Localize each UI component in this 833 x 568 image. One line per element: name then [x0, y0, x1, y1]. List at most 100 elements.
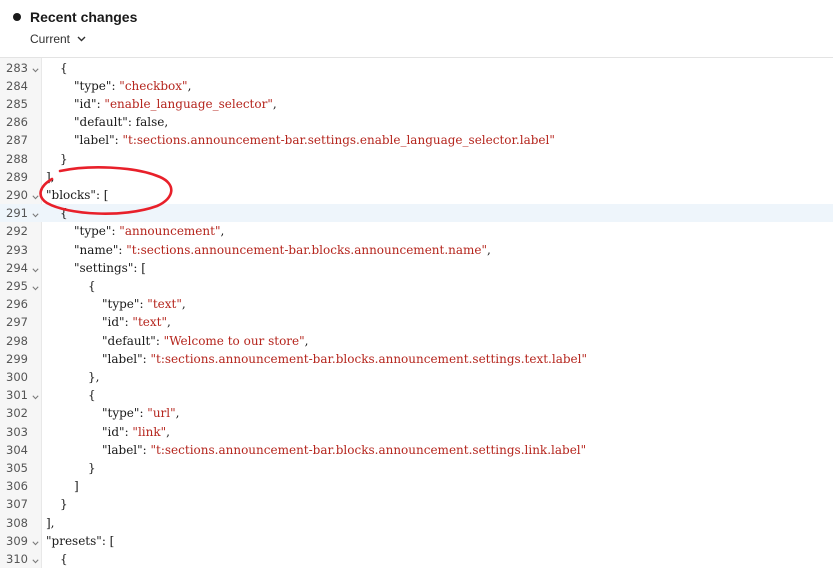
code-line[interactable]: 293 "name": "t:sections.announcement-bar.… [0, 241, 833, 259]
string-token: "t:sections.announcement-bar.blocks.anno… [150, 442, 587, 457]
code-line[interactable]: 289], [0, 168, 833, 186]
string-token: "Welcome to our store" [163, 333, 305, 348]
code-text: "blocks": [ [46, 186, 108, 204]
fold-chevron-icon[interactable] [31, 532, 41, 550]
code-text: "default": false, [74, 113, 168, 131]
code-text: } [60, 150, 68, 168]
code-text: "label": "t:sections.announcement-bar.se… [74, 131, 555, 149]
code-line[interactable]: 288} [0, 150, 833, 168]
code-line[interactable]: 308], [0, 514, 833, 532]
key-token: "default" [102, 333, 156, 348]
code-line[interactable]: 286 "default": false, [0, 113, 833, 131]
recent-changes-header: Recent changes Current [0, 0, 833, 58]
code-line[interactable]: 307} [0, 495, 833, 513]
code-text: "type": "announcement", [74, 222, 224, 240]
fold-chevron-icon[interactable] [31, 204, 41, 222]
code-line[interactable]: 298 "default": "Welcome to our store", [0, 332, 833, 350]
chevron-down-icon [77, 36, 86, 42]
punctuation-token: , [272, 96, 277, 111]
code-line[interactable]: 304 "label": "t:sections.announcement-bar… [0, 441, 833, 459]
string-token: "t:sections.announcement-bar.blocks.anno… [150, 351, 587, 366]
line-number: 294 [6, 260, 28, 275]
code-line[interactable]: 303 "id": "link", [0, 423, 833, 441]
code-line[interactable]: 294 "settings": [ [0, 259, 833, 277]
line-number: 292 [6, 224, 28, 239]
punctuation-token: : [142, 442, 151, 457]
punctuation-token: { [88, 388, 96, 403]
key-token: "label" [102, 351, 143, 366]
fold-chevron-icon[interactable] [31, 259, 41, 277]
key-token: "presets" [46, 533, 102, 548]
line-number: 310 [6, 551, 28, 566]
line-number: 307 [6, 497, 28, 512]
code-line[interactable]: 292 "type": "announcement", [0, 222, 833, 240]
line-number: 285 [6, 96, 28, 111]
line-number: 290 [6, 187, 28, 202]
string-token: "text" [132, 315, 167, 330]
line-number: 308 [6, 515, 28, 530]
punctuation-token: } [60, 151, 68, 166]
punctuation-token: , [175, 406, 180, 421]
fold-chevron-icon[interactable] [31, 550, 41, 568]
code-line[interactable]: 296 "type": "text", [0, 295, 833, 313]
code-text: "default": "Welcome to our store", [102, 332, 308, 350]
code-text: ], [46, 168, 55, 186]
line-number: 287 [6, 133, 28, 148]
code-line[interactable]: 302 "type": "url", [0, 404, 833, 422]
fold-chevron-icon[interactable] [31, 59, 41, 77]
punctuation-token: , [166, 315, 171, 330]
code-editor[interactable]: 283 {284 "type": "checkbox", 285 "id": "enab… [0, 58, 833, 568]
key-token: "type" [102, 406, 140, 421]
code-text: "type": "text", [102, 295, 186, 313]
punctuation-token: ] [74, 479, 79, 494]
code-line[interactable]: 306] [0, 477, 833, 495]
code-line[interactable]: 291 { [0, 204, 833, 223]
version-selector[interactable]: Current [30, 31, 86, 47]
punctuation-token: : [155, 333, 164, 348]
key-token: "default" [74, 115, 128, 130]
punctuation-token: } [60, 497, 68, 512]
line-number: 283 [6, 60, 28, 75]
code-line[interactable]: 305} [0, 459, 833, 477]
code-line[interactable]: 299 "label": "t:sections.announcement-bar… [0, 350, 833, 368]
punctuation-token: ], [46, 169, 55, 184]
key-token: "settings" [74, 260, 134, 275]
fold-chevron-icon[interactable] [31, 277, 41, 295]
punctuation-token: ], [46, 515, 55, 530]
punctuation-token: , [181, 297, 186, 312]
code-line[interactable]: 283 { [0, 59, 833, 77]
code-line[interactable]: 301 { [0, 386, 833, 404]
string-token: "text" [147, 297, 182, 312]
code-line[interactable]: 284 "type": "checkbox", [0, 77, 833, 95]
punctuation-token: : [ [101, 533, 115, 548]
fold-chevron-icon[interactable] [31, 386, 41, 404]
code-text: { [60, 550, 68, 568]
line-number: 303 [6, 424, 28, 439]
key-token: "id" [102, 424, 125, 439]
punctuation-token: : [ [95, 187, 109, 202]
code-line[interactable]: 285 "id": "enable_language_selector", [0, 95, 833, 113]
punctuation-token: { [60, 60, 68, 75]
code-line[interactable]: 290 "blocks": [ [0, 186, 833, 204]
line-number: 284 [6, 78, 28, 93]
key-token: "type" [74, 224, 112, 239]
code-line[interactable]: 300}, [0, 368, 833, 386]
code-text: "id": "text", [102, 313, 171, 331]
code-text: "id": "link", [102, 423, 170, 441]
code-text: "settings": [ [74, 259, 146, 277]
code-line[interactable]: 287 "label": "t:sections.announcement-bar… [0, 131, 833, 149]
line-number: 289 [6, 169, 28, 184]
punctuation-token: : false, [127, 115, 169, 130]
fold-chevron-icon[interactable] [31, 186, 41, 204]
code-text: ], [46, 514, 55, 532]
code-text: { [88, 386, 96, 404]
key-token: "id" [102, 315, 125, 330]
code-line[interactable]: 295 { [0, 277, 833, 295]
key-token: "type" [102, 297, 140, 312]
code-line[interactable]: 310 { [0, 550, 833, 568]
key-token: "type" [74, 78, 112, 93]
code-text: "id": "enable_language_selector", [74, 95, 277, 113]
code-line[interactable]: 309 "presets": [ [0, 532, 833, 550]
code-line[interactable]: 297 "id": "text", [0, 313, 833, 331]
line-number: 305 [6, 460, 28, 475]
